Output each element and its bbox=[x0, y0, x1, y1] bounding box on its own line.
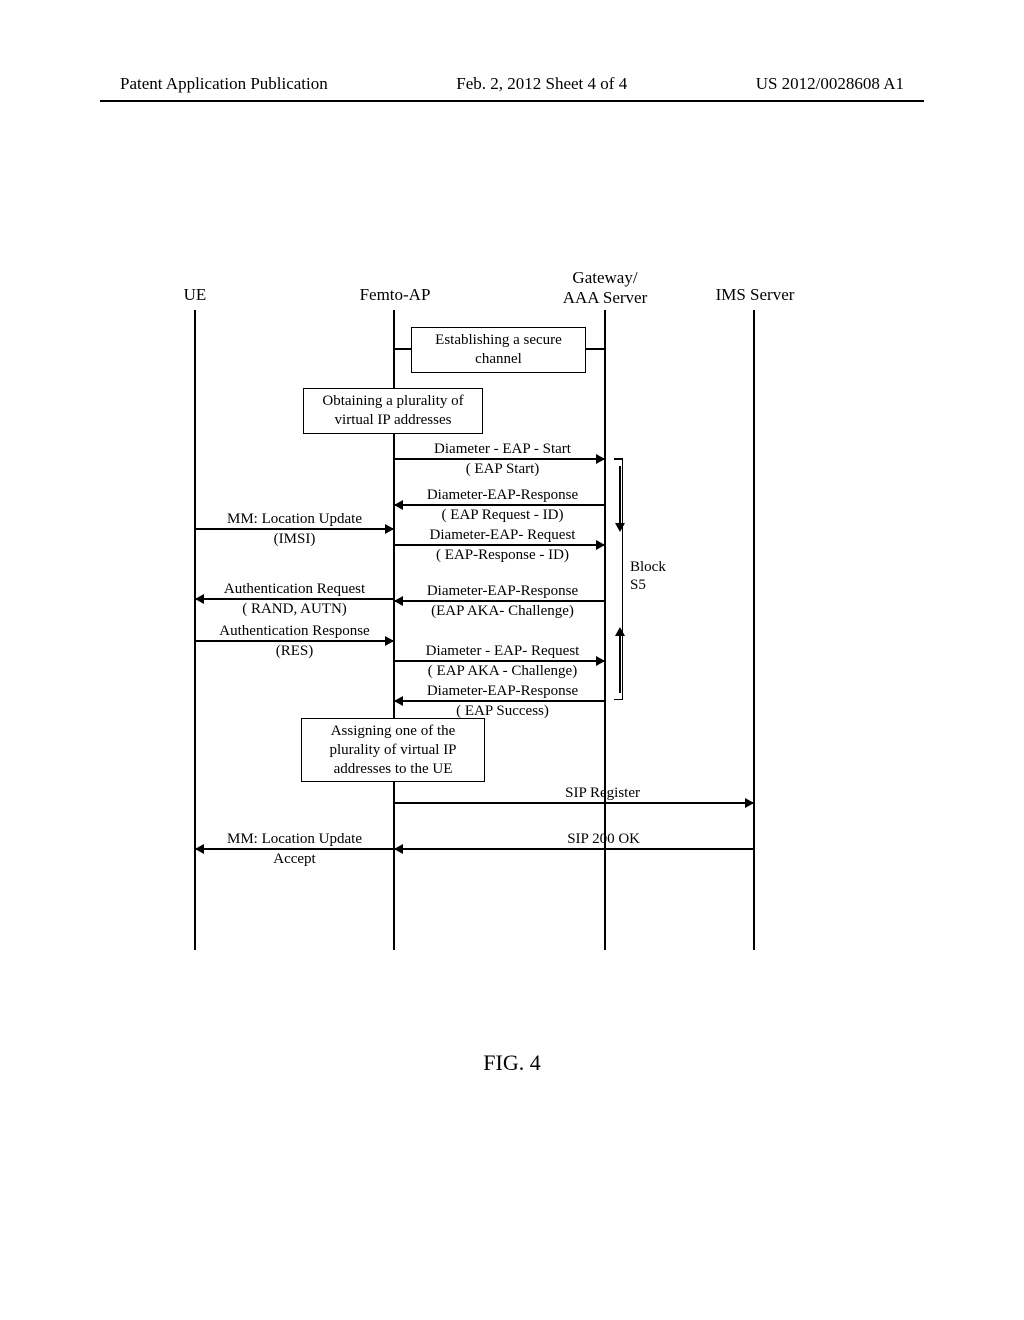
bracket-top-arrow bbox=[615, 523, 625, 532]
header-left: Patent Application Publication bbox=[120, 74, 328, 94]
actor-ue: UE bbox=[170, 285, 220, 305]
label-eap-start-sub: ( EAP Start) bbox=[400, 460, 605, 478]
actor-ims: IMS Server bbox=[700, 285, 810, 305]
lifeline-ims bbox=[753, 310, 755, 950]
label-loc-update-sub: (IMSI) bbox=[196, 530, 393, 548]
bracket-bot-stem bbox=[619, 635, 621, 693]
label-eap-req1: Diameter-EAP- Request bbox=[400, 526, 605, 544]
actor-femto: Femto-AP bbox=[345, 285, 445, 305]
label-auth-resp-sub: (RES) bbox=[196, 642, 393, 660]
conn-gateway-box1 bbox=[586, 348, 604, 350]
label-block: Block S5 bbox=[630, 558, 690, 594]
header-center: Feb. 2, 2012 Sheet 4 of 4 bbox=[456, 74, 627, 94]
label-loc-accept-sub: Accept bbox=[196, 850, 393, 868]
box-obtain-ip: Obtaining a plurality of virtual IP addr… bbox=[303, 388, 483, 434]
msg-sip-register bbox=[395, 802, 753, 804]
label-eap-resp3: Diameter-EAP-Response bbox=[400, 682, 605, 700]
bracket-top-stem bbox=[619, 466, 621, 524]
bracket-bot-arrow bbox=[615, 627, 625, 636]
figure-caption: FIG. 4 bbox=[0, 1050, 1024, 1076]
label-sip-200ok: SIP 200 OK bbox=[490, 830, 640, 848]
box-secure-channel: Establishing a secure channel bbox=[411, 327, 586, 373]
label-eap-req2: Diameter - EAP- Request bbox=[400, 642, 605, 660]
label-eap-start: Diameter - EAP - Start bbox=[400, 440, 605, 458]
label-eap-resp2-sub: (EAP AKA- Challenge) bbox=[400, 602, 605, 620]
label-sip-register: SIP Register bbox=[490, 784, 640, 802]
label-auth-req-sub: ( RAND, AUTN) bbox=[196, 600, 393, 618]
label-loc-accept: MM: Location Update bbox=[196, 830, 393, 848]
label-auth-resp: Authentication Response bbox=[196, 622, 393, 640]
sequence-diagram: UE Femto-AP Gateway/ AAA Server IMS Serv… bbox=[170, 280, 850, 970]
label-eap-resp2: Diameter-EAP-Response bbox=[400, 582, 605, 600]
lifeline-gateway bbox=[604, 310, 606, 950]
label-auth-req: Authentication Request bbox=[196, 580, 393, 598]
page-header: Patent Application Publication Feb. 2, 2… bbox=[0, 74, 1024, 94]
header-right: US 2012/0028608 A1 bbox=[756, 74, 904, 94]
label-eap-resp1: Diameter-EAP-Response bbox=[400, 486, 605, 504]
label-eap-req2-sub: ( EAP AKA - Challenge) bbox=[400, 662, 605, 680]
msg-sip-200ok bbox=[395, 848, 753, 850]
header-rule bbox=[100, 100, 924, 102]
label-loc-update: MM: Location Update bbox=[196, 510, 393, 528]
actor-gateway: Gateway/ AAA Server bbox=[550, 268, 660, 308]
label-eap-req1-sub: ( EAP-Response - ID) bbox=[400, 546, 605, 564]
label-eap-resp1-sub: ( EAP Request - ID) bbox=[400, 506, 605, 524]
conn-femto-box1 bbox=[395, 348, 411, 350]
box-assign-ip: Assigning one of the plurality of virtua… bbox=[301, 718, 485, 782]
